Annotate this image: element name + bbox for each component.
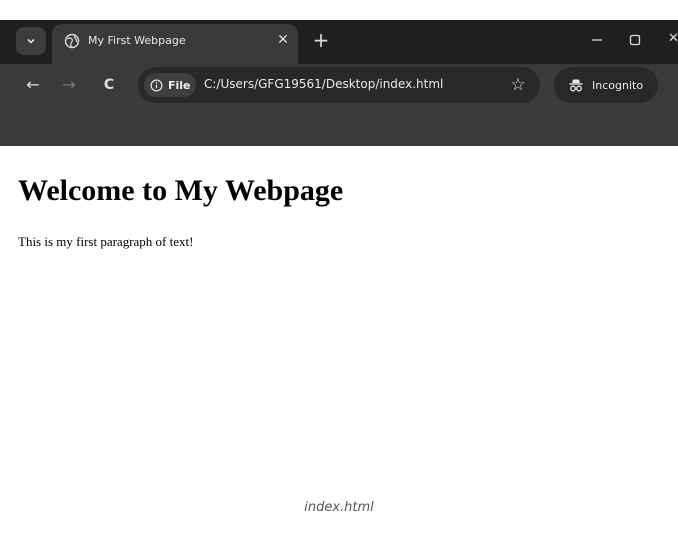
chevron-down-icon [27, 38, 35, 44]
file-scheme-label: File [168, 78, 191, 92]
address-bar[interactable]: File C:/Users/GFG19561/Desktop/index.htm… [138, 67, 540, 103]
close-tab-icon[interactable]: ✕ [274, 31, 292, 49]
maximize-icon[interactable] [626, 31, 644, 49]
page-paragraph: This is my first paragraph of text! [18, 234, 194, 249]
site-info-chip[interactable]: File [144, 73, 196, 97]
file-caption: index.html [304, 500, 374, 515]
tab-bar: My First Webpage ✕ + ✕ [0, 20, 678, 64]
url-text[interactable]: C:/Users/GFG19561/Desktop/index.html [204, 77, 443, 91]
active-tab[interactable]: My First Webpage ✕ [52, 24, 298, 64]
tab-search-button[interactable] [16, 27, 46, 55]
bookmarks-bar [0, 106, 678, 146]
top-margin [0, 0, 678, 20]
bookmark-star-icon[interactable]: ☆ [508, 75, 528, 95]
minimize-icon[interactable] [588, 31, 606, 49]
reload-icon[interactable]: C [98, 74, 120, 96]
incognito-label: Incognito [592, 78, 644, 92]
page-viewport: Welcome to My Webpage This is my first p… [0, 146, 678, 537]
browser-window: My First Webpage ✕ + ✕ ← → C File C:/Use… [0, 20, 678, 146]
incognito-profile-button[interactable]: Incognito [554, 67, 658, 103]
new-tab-button[interactable]: + [310, 30, 332, 52]
forward-arrow-icon[interactable]: → [58, 74, 80, 96]
back-arrow-icon[interactable]: ← [22, 74, 44, 96]
navigation-toolbar: ← → C File C:/Users/GFG19561/Desktop/ind… [0, 64, 678, 106]
info-icon [150, 79, 163, 91]
window-close-icon[interactable]: ✕ [668, 29, 678, 49]
tab-title: My First Webpage [88, 34, 186, 47]
incognito-icon [569, 79, 583, 92]
page-heading: Welcome to My Webpage [18, 174, 344, 207]
globe-icon [64, 33, 80, 49]
